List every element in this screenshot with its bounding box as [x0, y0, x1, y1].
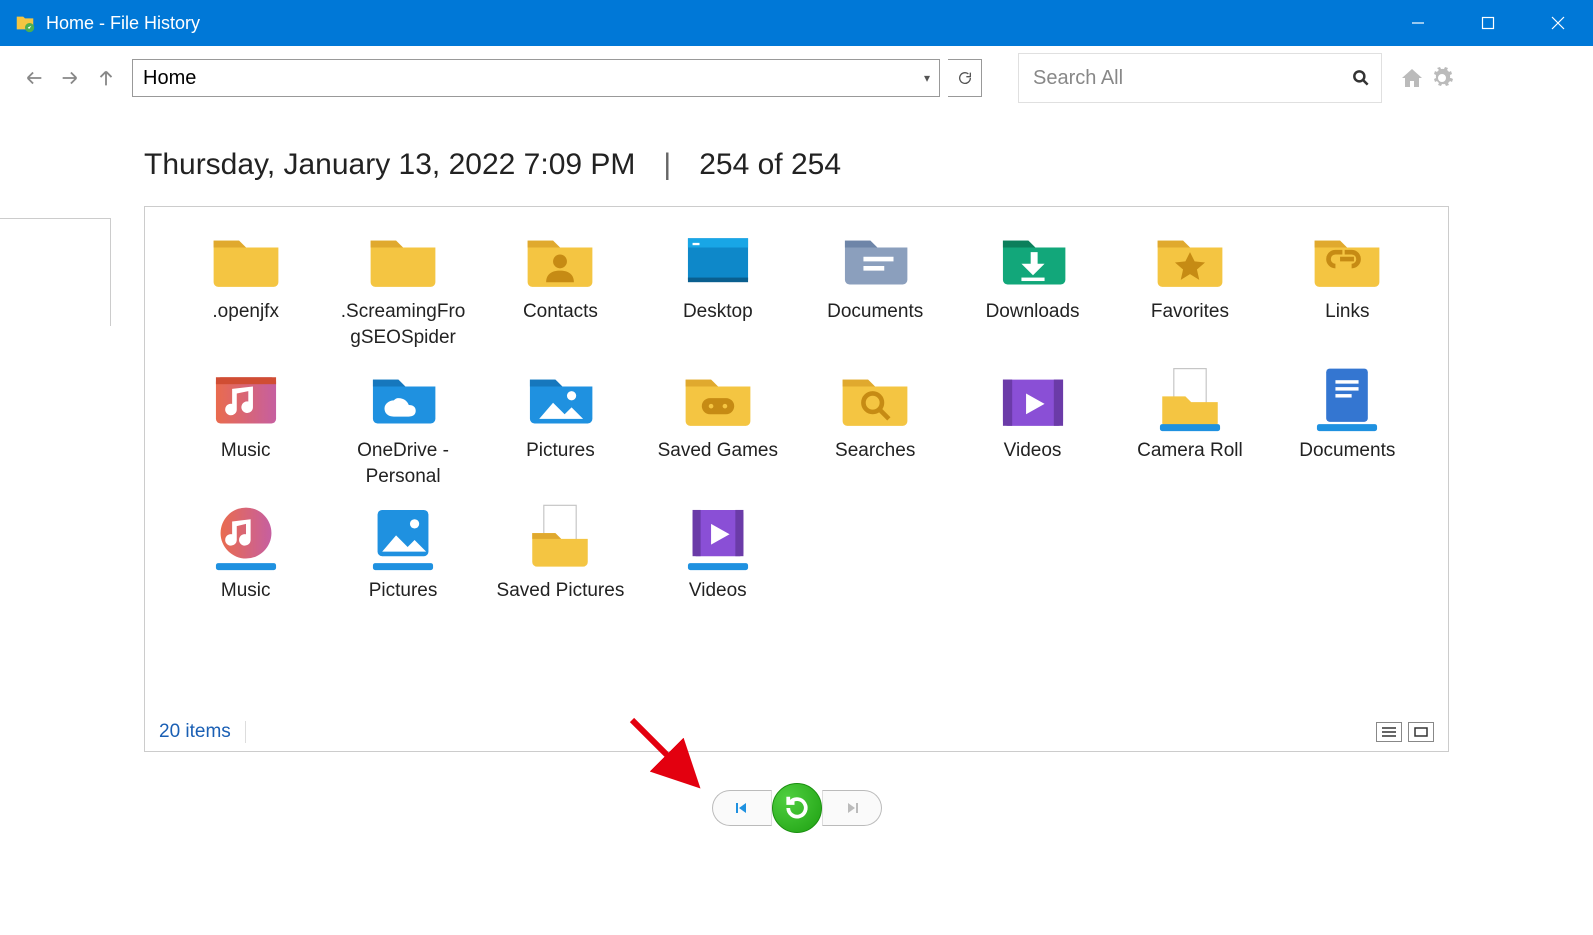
folder-item[interactable]: Pictures [326, 508, 479, 604]
folder-downloads [996, 229, 1070, 289]
previous-version-button[interactable] [712, 790, 772, 826]
folder-plain [366, 229, 440, 289]
folder-favorites [1153, 229, 1227, 289]
folder-item[interactable]: Saved Games [641, 368, 794, 489]
maximize-button[interactable] [1453, 0, 1523, 46]
search-icon[interactable] [1341, 68, 1381, 88]
folder-item[interactable]: Downloads [956, 229, 1109, 350]
version-timestamp: Thursday, January 13, 2022 7:09 PM [144, 148, 635, 182]
minimize-button[interactable] [1383, 0, 1453, 46]
folder-label: Videos [689, 578, 747, 604]
folder-item[interactable]: OneDrive - Personal [326, 368, 479, 489]
folder-label: Pictures [369, 578, 438, 604]
version-controls [0, 783, 1593, 833]
next-version-button[interactable] [822, 790, 882, 826]
folder-label: Favorites [1151, 299, 1229, 325]
folder-item[interactable]: Desktop [641, 229, 794, 350]
folder-label: Searches [835, 438, 915, 464]
address-input[interactable] [133, 60, 915, 96]
folder-item[interactable]: Links [1271, 229, 1424, 350]
folder-desktop [681, 229, 755, 289]
app-icon [14, 12, 36, 34]
folder-item[interactable]: Searches [799, 368, 952, 489]
folder-label: Music [221, 438, 271, 464]
folder-label: Downloads [986, 299, 1080, 325]
folder-label: Contacts [523, 299, 598, 325]
folder-label: Videos [1004, 438, 1062, 464]
folder-item[interactable]: Contacts [484, 229, 637, 350]
folder-item[interactable]: Documents [1271, 368, 1424, 489]
library-videos [681, 508, 755, 568]
window-title: Home - File History [46, 13, 200, 34]
folder-pictures [523, 368, 597, 428]
details-view-button[interactable] [1376, 722, 1402, 742]
folder-label: OneDrive - Personal [338, 438, 468, 489]
folder-searches [838, 368, 912, 428]
library-music [209, 508, 283, 568]
folder-label: Saved Pictures [497, 578, 625, 604]
folder-documents [838, 229, 912, 289]
refresh-button[interactable] [948, 59, 982, 97]
library-documents [1310, 368, 1384, 428]
folder-label: Pictures [526, 438, 595, 464]
folder-label: Desktop [683, 299, 753, 325]
search-input[interactable] [1019, 54, 1341, 102]
folder-games [681, 368, 755, 428]
folder-item[interactable]: Videos [956, 368, 1109, 489]
folder-label: .ScreamingFrogSEOSpider [338, 299, 468, 350]
folder-label: Music [221, 578, 271, 604]
folder-item[interactable]: Music [169, 508, 322, 604]
navbar: ▾ [0, 46, 1593, 110]
close-button[interactable] [1523, 0, 1593, 46]
folder-label: Camera Roll [1137, 438, 1243, 464]
folder-links [1310, 229, 1384, 289]
restore-button[interactable] [772, 783, 822, 833]
separator: | [663, 148, 671, 182]
folder-grid: .openjfx .ScreamingFrogSEOSpider Contacts D… [145, 207, 1448, 603]
back-button[interactable] [20, 64, 48, 92]
folder-label: Saved Games [658, 438, 778, 464]
folder-item[interactable]: Pictures [484, 368, 637, 489]
library-camera [1153, 368, 1227, 428]
folder-item[interactable]: Videos [641, 508, 794, 604]
file-pane: .openjfx .ScreamingFrogSEOSpider Contacts D… [144, 206, 1449, 752]
version-info: Thursday, January 13, 2022 7:09 PM | 254… [0, 110, 1593, 188]
folder-item[interactable]: Favorites [1113, 229, 1266, 350]
item-count: 20 items [159, 721, 231, 743]
folder-label: Links [1325, 299, 1369, 325]
folder-label: .openjfx [212, 299, 279, 325]
folder-videos [996, 368, 1070, 428]
folder-item[interactable]: Documents [799, 229, 952, 350]
titlebar: Home - File History [0, 0, 1593, 46]
version-position: 254 of 254 [699, 148, 841, 182]
forward-button[interactable] [56, 64, 84, 92]
folder-plain [209, 229, 283, 289]
library-savedpics [523, 508, 597, 568]
library-pictures [366, 508, 440, 568]
address-bar[interactable]: ▾ [132, 59, 940, 97]
search-box[interactable] [1018, 53, 1382, 103]
icons-view-button[interactable] [1408, 722, 1434, 742]
folder-onedrive [366, 368, 440, 428]
gear-icon[interactable] [1428, 64, 1456, 92]
home-icon[interactable] [1398, 64, 1426, 92]
folder-item[interactable]: Saved Pictures [484, 508, 637, 604]
folder-item[interactable]: .ScreamingFrogSEOSpider [326, 229, 479, 350]
folder-contacts [523, 229, 597, 289]
folder-music [209, 368, 283, 428]
folder-item[interactable]: Camera Roll [1113, 368, 1266, 489]
status-bar: 20 items [145, 713, 1448, 751]
folder-label: Documents [1299, 438, 1395, 464]
folder-item[interactable]: .openjfx [169, 229, 322, 350]
up-button[interactable] [92, 64, 120, 92]
folder-label: Documents [827, 299, 923, 325]
folder-item[interactable]: Music [169, 368, 322, 489]
address-dropdown[interactable]: ▾ [915, 71, 939, 85]
